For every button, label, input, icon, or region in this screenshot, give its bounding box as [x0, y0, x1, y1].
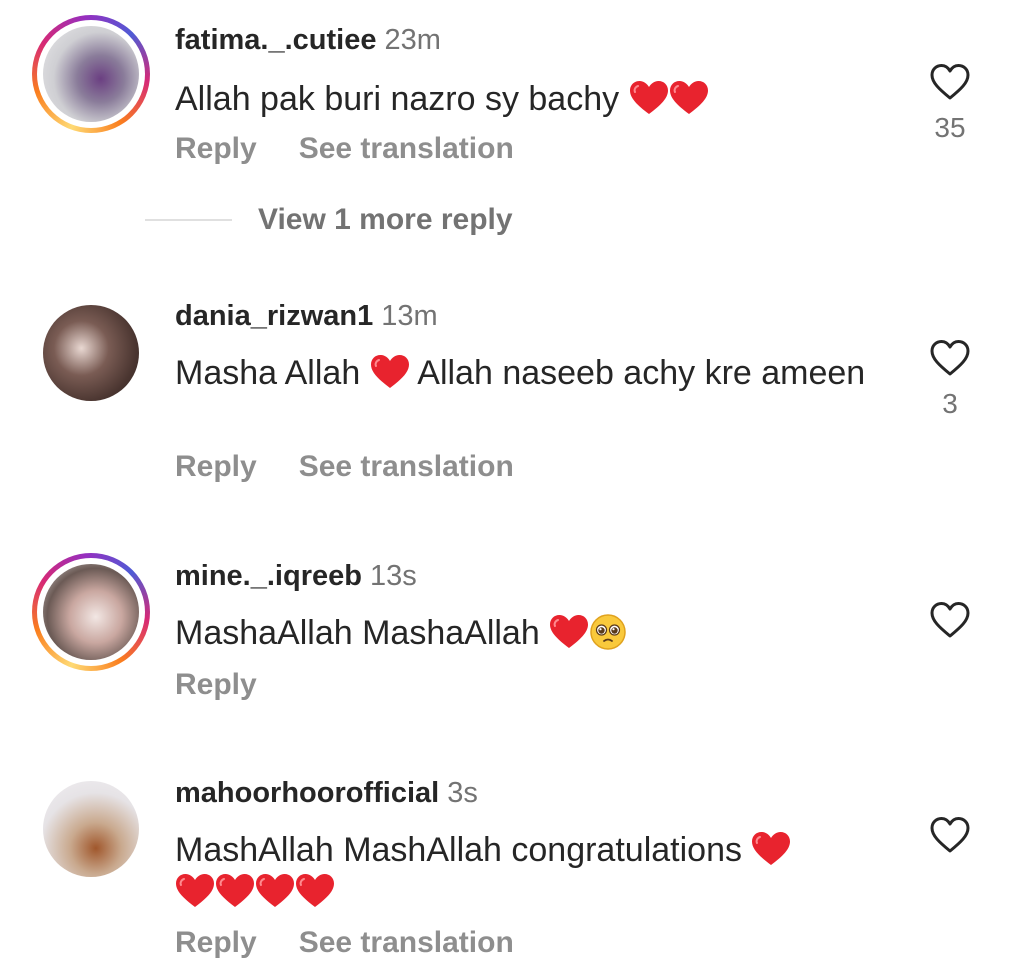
comment-body-end: Allah naseeb achy kre ameen [417, 354, 866, 392]
avatar[interactable] [43, 305, 139, 401]
comment-header: mine._.iqreeb 13s [175, 560, 417, 593]
username[interactable]: fatima._.cutiee [175, 24, 376, 56]
comment-header: mahoorhoorofficial 3s [175, 777, 478, 810]
story-ring[interactable] [32, 553, 150, 671]
avatar[interactable] [43, 26, 139, 122]
avatar[interactable] [43, 781, 139, 877]
username[interactable]: mine._.iqreeb [175, 560, 362, 592]
like-control [928, 815, 972, 855]
avatar[interactable] [43, 564, 139, 660]
comment-actions: Reply See translation [175, 132, 514, 166]
like-control: 35 [928, 62, 972, 144]
comment-body: MashAllah MashAllah congratulations [175, 831, 742, 869]
comment-header: fatima._.cutiee 23m [175, 24, 441, 57]
red-heart-emoji-icon [255, 873, 295, 909]
like-count: 3 [942, 388, 958, 419]
red-heart-emoji-icon [175, 873, 215, 909]
timestamp: 3s [447, 777, 478, 809]
story-ring[interactable] [32, 15, 150, 133]
like-control: 3 [928, 338, 972, 420]
avatar-container[interactable] [32, 294, 150, 412]
timestamp: 13m [381, 300, 438, 332]
see-translation-button[interactable]: See translation [299, 926, 514, 959]
reply-button[interactable]: Reply [175, 450, 257, 483]
timestamp: 23m [384, 24, 441, 56]
pleading-face-emoji-icon [590, 614, 626, 650]
comment-text: Masha Allah Allah naseeb achy kre ameen [175, 352, 875, 394]
heart-outline-icon[interactable] [929, 338, 971, 378]
divider [145, 219, 232, 221]
comment-text: MashAllah MashAllah congratulations [175, 829, 875, 913]
comment-text: Allah pak buri nazro sy bachy [175, 78, 875, 120]
avatar-container[interactable] [32, 770, 150, 888]
red-heart-emoji-icon [370, 354, 410, 390]
red-heart-emoji-icon [215, 873, 255, 909]
red-heart-emoji-icon [751, 831, 791, 867]
heart-outline-icon[interactable] [929, 600, 971, 640]
reply-button[interactable]: Reply [175, 132, 257, 165]
see-translation-button[interactable]: See translation [299, 132, 514, 165]
comment-header: dania_rizwan1 13m [175, 300, 438, 333]
heart-outline-icon[interactable] [929, 62, 971, 102]
red-heart-emoji-icon [669, 80, 709, 116]
like-count: 35 [934, 112, 966, 143]
reply-button[interactable]: Reply [175, 926, 257, 959]
comment-text: MashaAllah MashaAllah [175, 612, 875, 654]
view-more-replies-label[interactable]: View 1 more reply [258, 203, 513, 237]
username[interactable]: dania_rizwan1 [175, 300, 373, 332]
like-control [928, 600, 972, 640]
username[interactable]: mahoorhoorofficial [175, 777, 439, 809]
comment-actions: Reply See translation [175, 450, 514, 484]
comment-actions: Reply See translation [175, 926, 514, 960]
see-translation-button[interactable]: See translation [299, 450, 514, 483]
comment-body: MashaAllah MashaAllah [175, 614, 540, 652]
red-heart-emoji-icon [295, 873, 335, 909]
red-heart-emoji-icon [549, 614, 589, 650]
heart-outline-icon[interactable] [929, 815, 971, 855]
comment-body-start: Masha Allah [175, 354, 361, 392]
comment-body: Allah pak buri nazro sy bachy [175, 80, 620, 118]
timestamp: 13s [369, 560, 417, 592]
comment-actions: Reply [175, 668, 257, 702]
reply-button[interactable]: Reply [175, 668, 257, 701]
view-more-replies[interactable]: View 1 more reply [145, 203, 513, 237]
red-heart-emoji-icon [629, 80, 669, 116]
